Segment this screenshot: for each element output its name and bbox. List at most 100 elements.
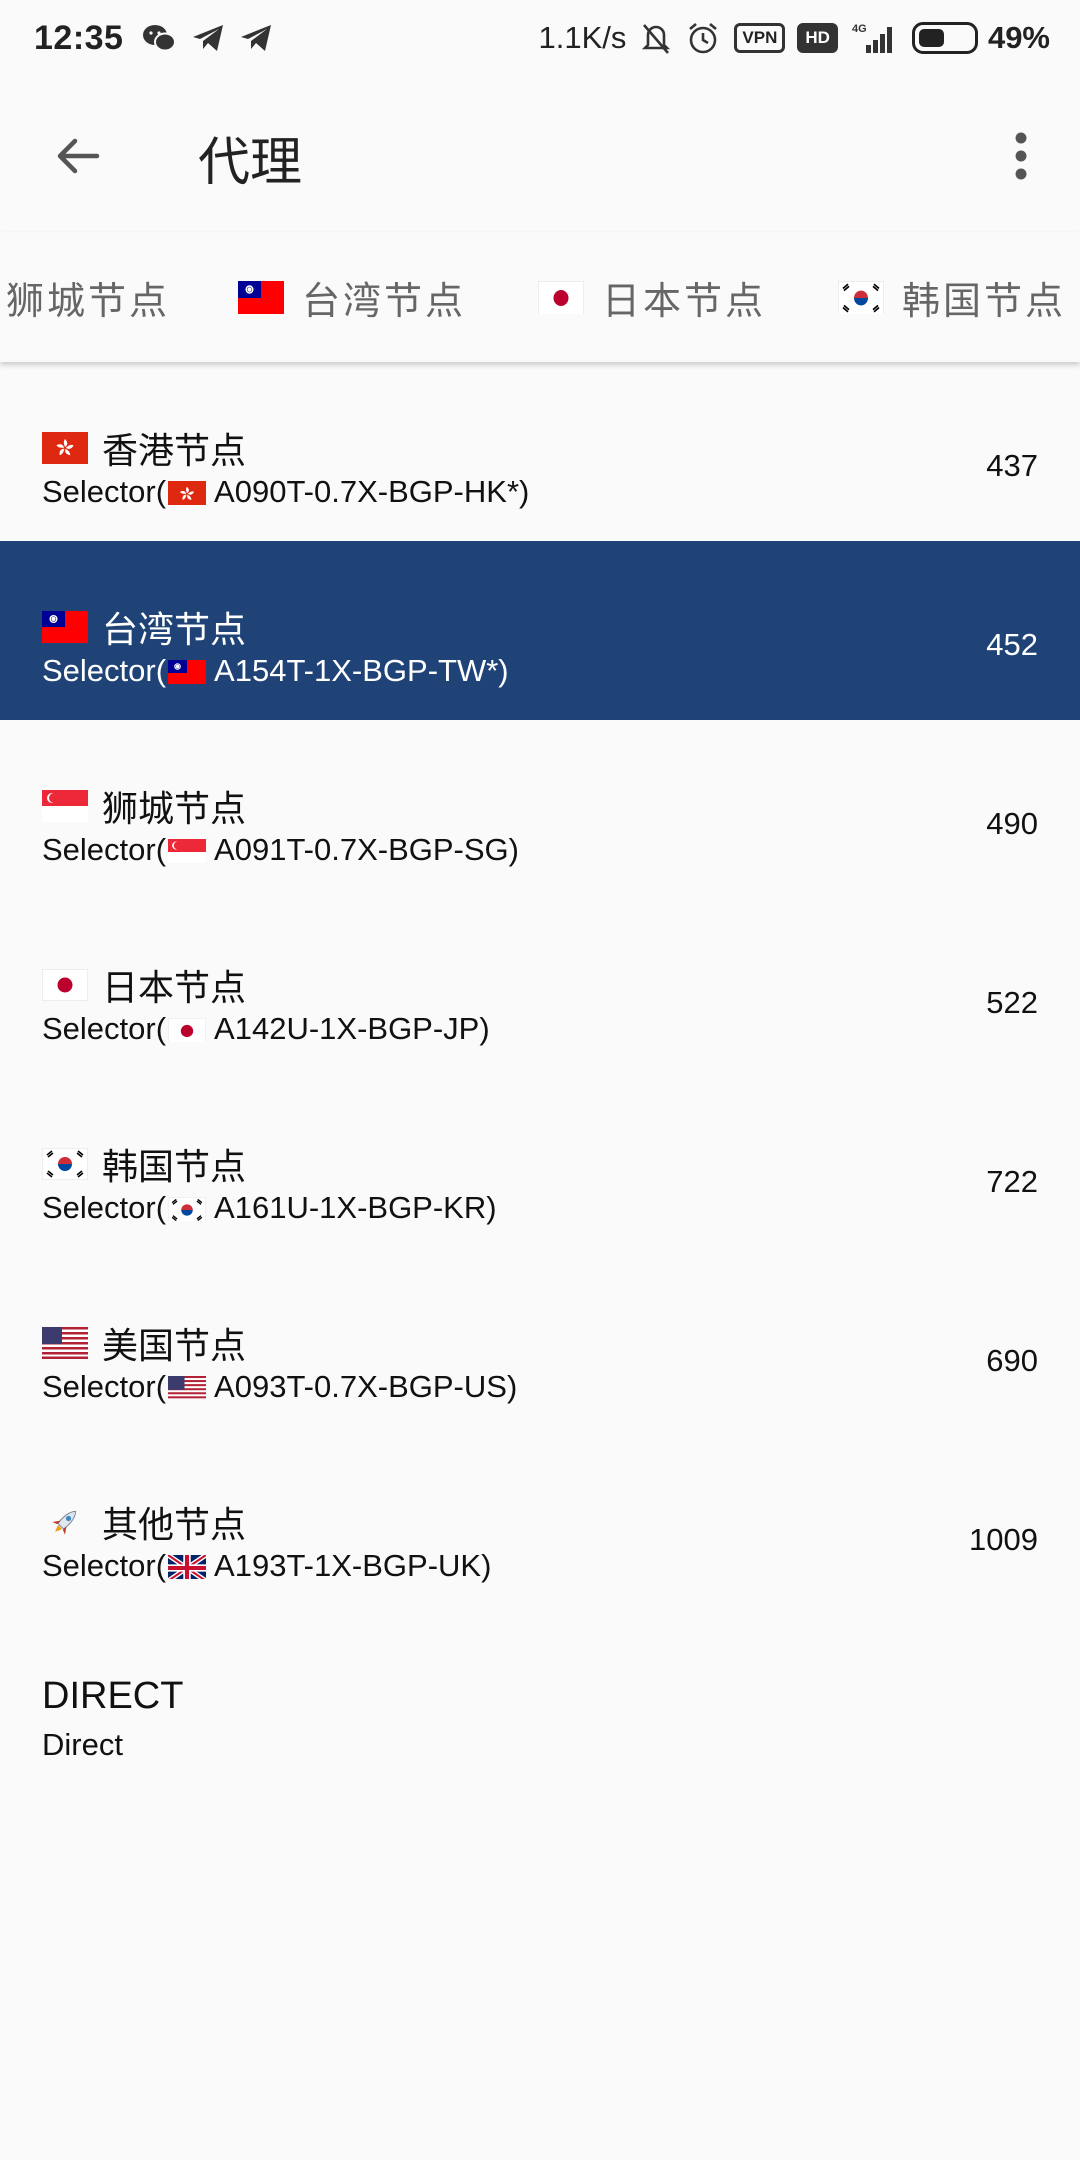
- selected-node: A093T-0.7X-BGP-US): [214, 1369, 518, 1404]
- group-type-label: Direct: [42, 1727, 123, 1762]
- group-title: 日本节点: [42, 959, 246, 1011]
- japan-flag-icon: [168, 1016, 207, 1042]
- group-title: 香港节点: [42, 422, 246, 474]
- usa-flag-icon: [42, 1327, 88, 1359]
- taiwan-flag-icon: [238, 280, 284, 314]
- selector-prefix: Selector(: [42, 653, 167, 688]
- group-name: 日本节点: [102, 968, 247, 1009]
- tab-sg[interactable]: 狮城节点: [6, 272, 171, 323]
- node-count: 690: [986, 1343, 1038, 1378]
- clock: 12:35: [34, 18, 124, 57]
- more-vertical-icon: [1015, 132, 1027, 180]
- japan-flag-icon: [42, 969, 88, 1001]
- alarm-icon: [686, 21, 720, 55]
- hd-badge: HD: [797, 23, 838, 53]
- selector-prefix: Selector(: [42, 1548, 167, 1583]
- page-title: 代理: [198, 133, 303, 193]
- taiwan-flag-icon: [168, 658, 207, 684]
- back-button[interactable]: [38, 116, 118, 196]
- group-name: 香港节点: [102, 431, 247, 472]
- node-count: 490: [986, 806, 1038, 841]
- proxy-group-row[interactable]: 美国节点 Selector( A093T-0.7X-BGP-US) 690: [0, 1257, 1080, 1436]
- proxy-group-row[interactable]: 香港节点 Selector( A090T-0.7X-BGP-HK*) 437: [0, 362, 1080, 541]
- tab-label: 狮城节点: [6, 278, 171, 323]
- group-name: 其他节点: [102, 1505, 247, 1546]
- proxy-group-row[interactable]: 日本节点 Selector( A142U-1X-BGP-JP) 522: [0, 899, 1080, 1078]
- korea-flag-icon: [168, 1195, 207, 1221]
- status-right: 1.1K/s VPN HD 4G 49%: [539, 20, 1050, 56]
- tab-jp[interactable]: 日本节点: [538, 272, 767, 323]
- tab-kr[interactable]: 韩国节点: [838, 272, 1067, 323]
- rocket-icon: [42, 1506, 88, 1538]
- proxy-group-row[interactable]: 狮城节点 Selector( A091T-0.7X-BGP-SG) 490: [0, 720, 1080, 899]
- direct-row[interactable]: DIRECT Direct: [0, 1615, 1080, 1794]
- selected-node: A161U-1X-BGP-KR): [214, 1190, 497, 1225]
- battery-icon: [911, 22, 978, 54]
- selector-prefix: Selector(: [42, 1011, 167, 1046]
- korea-flag-icon: [42, 1148, 88, 1180]
- group-name: 美国节点: [102, 1326, 247, 1367]
- group-selector: Selector( A154T-1X-BGP-TW*): [42, 653, 509, 689]
- uk-flag-icon: [168, 1553, 207, 1579]
- battery-percent: 49%: [987, 20, 1050, 55]
- node-count: 522: [986, 985, 1038, 1020]
- japan-flag-icon: [538, 280, 584, 314]
- group-title: 韩国节点: [42, 1138, 246, 1190]
- group-selector: Selector( A161U-1X-BGP-KR): [42, 1190, 497, 1226]
- mute-bell-icon: [640, 21, 672, 55]
- status-left: 12:35: [34, 19, 287, 58]
- group-title: 台湾节点: [42, 601, 246, 653]
- selector-prefix: Selector(: [42, 474, 167, 509]
- node-count: 722: [986, 1164, 1038, 1199]
- more-options-button[interactable]: [986, 116, 1056, 196]
- arrow-left-icon: [57, 138, 100, 174]
- signal-label: 4G: [852, 23, 867, 35]
- proxy-group-list: 香港节点 Selector( A090T-0.7X-BGP-HK*) 437 台…: [0, 362, 1080, 1794]
- node-count: 452: [986, 627, 1038, 662]
- tab-tw[interactable]: 台湾节点: [238, 272, 467, 323]
- group-title: 其他节点: [42, 1496, 246, 1548]
- group-selector: Selector( A142U-1X-BGP-JP): [42, 1011, 490, 1047]
- usa-flag-icon: [168, 1374, 207, 1400]
- taiwan-flag-icon: [42, 611, 88, 643]
- selected-node: A091T-0.7X-BGP-SG): [214, 832, 519, 867]
- tab-label: 韩国节点: [902, 278, 1067, 323]
- battery-fill: [918, 29, 945, 47]
- telegram-icon: [239, 23, 273, 53]
- selected-node: A090T-0.7X-BGP-HK*): [214, 474, 530, 509]
- selected-node: A193T-1X-BGP-UK): [214, 1548, 492, 1583]
- group-type: Direct: [42, 1727, 123, 1763]
- signal-icon: 4G: [850, 21, 898, 55]
- group-name: 狮城节点: [102, 789, 247, 830]
- selected-node: A154T-1X-BGP-TW*): [214, 653, 509, 688]
- selector-prefix: Selector(: [42, 832, 167, 867]
- tab-label: 日本节点: [602, 278, 767, 323]
- singapore-flag-icon: [42, 790, 88, 822]
- net-speed: 1.1K/s: [538, 20, 627, 55]
- proxy-group-row[interactable]: 台湾节点 Selector( A154T-1X-BGP-TW*) 452: [0, 541, 1080, 720]
- group-selector: Selector( A093T-0.7X-BGP-US): [42, 1369, 517, 1405]
- proxy-group-row[interactable]: 其他节点 Selector( A193T-1X-BGP-UK) 1009: [0, 1436, 1080, 1615]
- proxy-group-row[interactable]: 韩国节点 Selector( A161U-1X-BGP-KR) 722: [0, 1078, 1080, 1257]
- korea-flag-icon: [838, 280, 884, 314]
- singapore-flag-icon: [168, 837, 207, 863]
- hong-kong-flag-icon: [42, 432, 88, 464]
- group-name: DIRECT: [42, 1675, 184, 1717]
- app-bar: 代理: [0, 76, 1080, 232]
- group-title: 美国节点: [42, 1317, 246, 1369]
- group-selector: Selector( A193T-1X-BGP-UK): [42, 1548, 491, 1584]
- group-title: 狮城节点: [42, 780, 246, 832]
- group-name: 韩国节点: [102, 1147, 247, 1188]
- group-title: DIRECT: [42, 1675, 183, 1718]
- status-bar: 12:35 1.1K/s VPN HD 4G 49%: [0, 0, 1080, 76]
- group-name: 台湾节点: [102, 610, 247, 651]
- telegram-icon: [191, 23, 225, 53]
- vpn-badge: VPN: [734, 23, 786, 53]
- node-count: 437: [986, 448, 1038, 483]
- tab-label: 台湾节点: [302, 278, 467, 323]
- wechat-icon: [141, 22, 177, 54]
- selector-prefix: Selector(: [42, 1369, 167, 1404]
- group-tabs[interactable]: 狮城节点 台湾节点 日本节点 韩国节点: [0, 232, 1080, 362]
- selector-prefix: Selector(: [42, 1190, 167, 1225]
- node-count: 1009: [969, 1522, 1038, 1557]
